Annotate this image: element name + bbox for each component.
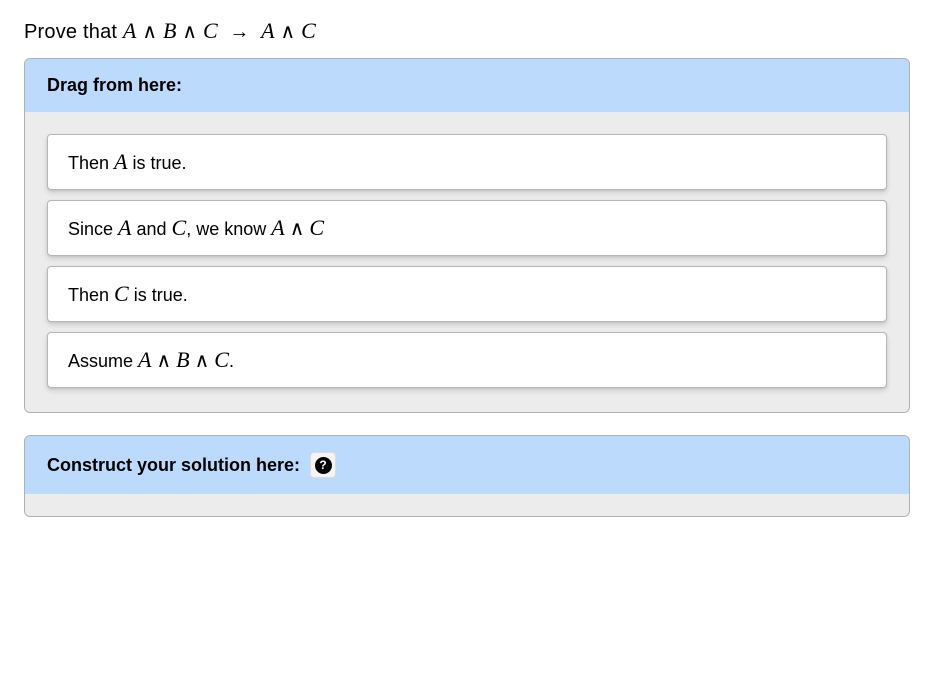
step-text: and xyxy=(131,219,171,239)
math-var: A xyxy=(138,347,151,372)
math-var: A xyxy=(271,215,284,240)
math-op: ∧ xyxy=(195,350,210,372)
math-var: A xyxy=(118,215,131,240)
draggable-step[interactable]: Then C is true. xyxy=(47,266,887,322)
math-var: B xyxy=(176,347,189,372)
formula-op-and: ∧ xyxy=(142,21,157,43)
formula-var-a: A xyxy=(123,18,137,43)
draggable-step[interactable]: Then A is true. xyxy=(47,134,887,190)
math-var: A xyxy=(114,149,127,174)
step-text: . xyxy=(229,351,234,371)
prompt-lead: Prove that xyxy=(24,21,123,43)
step-text: Then xyxy=(68,285,114,305)
source-panel: Drag from here: Then A is true. Since A … xyxy=(24,58,910,413)
step-text: is true. xyxy=(129,285,188,305)
math-var: C xyxy=(114,281,129,306)
step-text: Then xyxy=(68,153,114,173)
source-panel-header-label: Drag from here: xyxy=(47,75,182,96)
formula-op-and: ∧ xyxy=(280,21,295,43)
step-text: is true. xyxy=(127,153,186,173)
formula-op-and: ∧ xyxy=(182,21,197,43)
math-var: C xyxy=(172,215,187,240)
formula-var-a2: A xyxy=(261,18,275,43)
formula-var-b: B xyxy=(163,18,177,43)
source-panel-body[interactable]: Then A is true. Since A and C, we know A… xyxy=(25,112,909,412)
question-mark-icon: ? xyxy=(315,457,332,474)
formula-op-implies: → xyxy=(229,21,249,43)
target-panel-header: Construct your solution here: ? xyxy=(25,436,909,494)
draggable-step[interactable]: Assume A ∧ B ∧ C. xyxy=(47,332,887,388)
math-op: ∧ xyxy=(157,350,172,372)
problem-prompt: Prove that A ∧ B ∧ C → A ∧ C xyxy=(24,18,910,44)
draggable-step[interactable]: Since A and C, we know A ∧ C xyxy=(47,200,887,256)
math-var: C xyxy=(309,215,324,240)
help-button[interactable]: ? xyxy=(310,452,336,478)
target-panel: Construct your solution here: ? xyxy=(24,435,910,517)
step-text: Since xyxy=(68,219,118,239)
source-panel-header: Drag from here: xyxy=(25,59,909,112)
formula-var-c2: C xyxy=(301,18,316,43)
formula-var-c: C xyxy=(203,18,218,43)
step-text: , we know xyxy=(186,219,271,239)
math-var: C xyxy=(214,347,229,372)
target-panel-body[interactable] xyxy=(25,494,909,516)
math-op: ∧ xyxy=(290,218,305,240)
step-text: Assume xyxy=(68,351,138,371)
target-panel-header-label: Construct your solution here: xyxy=(47,455,300,476)
